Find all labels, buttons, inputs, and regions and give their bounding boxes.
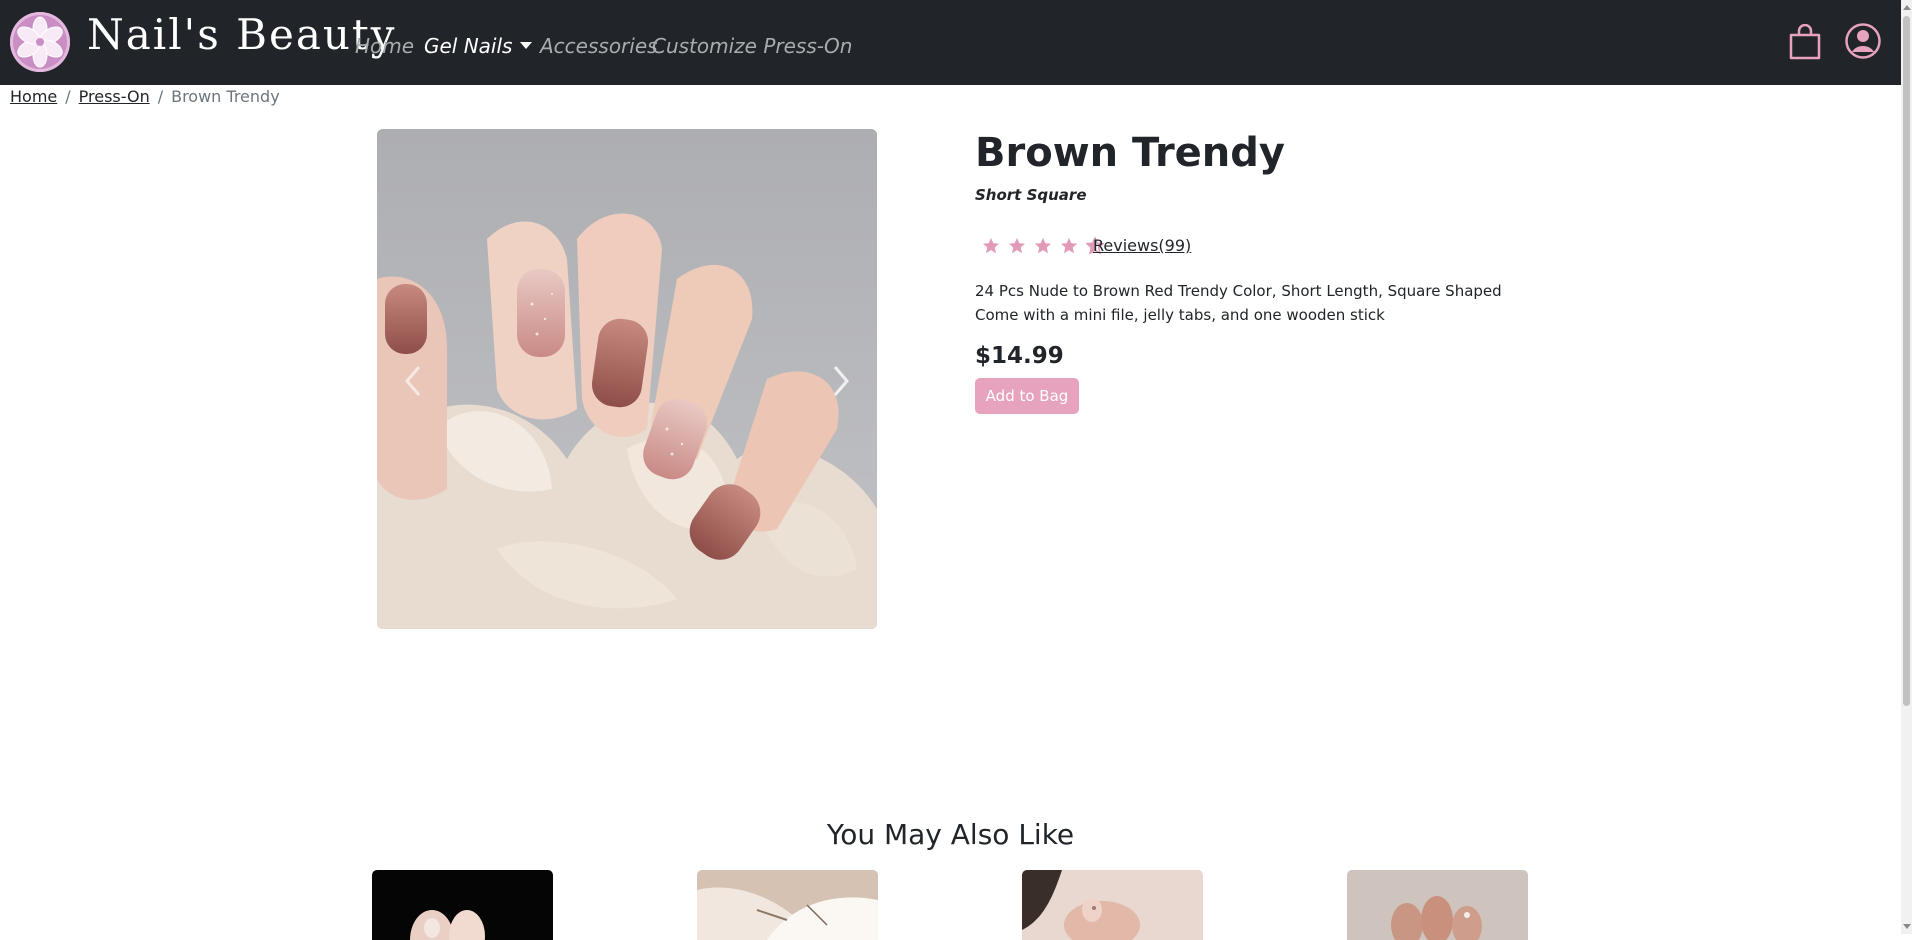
brand-name[interactable]: Nail's Beauty (87, 10, 397, 59)
product-image-carousel[interactable] (377, 129, 877, 629)
recommendation-image (372, 870, 553, 940)
breadcrumb-separator: / (157, 87, 164, 106)
star-filled-icon (1035, 237, 1052, 254)
product-title: Brown Trendy (975, 130, 1285, 176)
product-price: $14.99 (975, 343, 1064, 369)
scroll-up-arrow-icon[interactable] (1903, 5, 1911, 10)
nav-item-customize-press-on[interactable]: Customize Press-On (652, 34, 852, 58)
shopping-bag-icon[interactable] (1788, 24, 1822, 60)
star-filled-icon (1061, 237, 1078, 254)
page-scrollbar[interactable] (1901, 0, 1912, 934)
caret-down-icon (520, 42, 533, 49)
recommendation-image (1347, 870, 1528, 940)
nav-item-gel-nails-label: Gel Nails (424, 34, 513, 58)
description-line: Come with a mini file, jelly tabs, and o… (975, 306, 1385, 324)
scroll-down-arrow-icon[interactable] (1903, 924, 1911, 929)
carousel-prev-icon[interactable] (399, 361, 429, 401)
recommendation-card[interactable] (1022, 870, 1203, 940)
nav-item-home[interactable]: Home (355, 34, 414, 58)
star-filled-icon (1008, 237, 1026, 254)
product-photo (377, 129, 877, 629)
star-filled-icon (982, 237, 1000, 254)
flower-logo-icon[interactable] (10, 12, 70, 72)
breadcrumb-current: Brown Trendy (171, 87, 280, 106)
nav-item-gel-nails[interactable]: Gel Nails (424, 34, 533, 58)
add-to-bag-button[interactable]: Add to Bag (975, 378, 1079, 414)
recommendation-card[interactable] (372, 870, 553, 940)
user-account-icon[interactable] (1844, 22, 1882, 60)
recommendation-card[interactable] (1347, 870, 1528, 940)
recommendations-heading: You May Also Like (826, 818, 1075, 851)
recommendation-card[interactable] (697, 870, 878, 940)
reviews-link[interactable]: Reviews(99) (1093, 236, 1191, 255)
nav-item-accessories[interactable]: Accessories (540, 34, 658, 58)
top-navbar: Nail's Beauty Home Gel Nails Accessories… (0, 0, 1901, 85)
product-subtitle: Short Square (975, 186, 1087, 204)
recommendation-image (1022, 870, 1203, 940)
breadcrumb-press-on-link[interactable]: Press-On (79, 87, 150, 106)
product-description: 24 Pcs Nude to Brown Red Trendy Color, S… (975, 279, 1502, 327)
rating-stars (982, 237, 1107, 257)
recommendation-image (697, 870, 878, 940)
breadcrumb-home-link[interactable]: Home (10, 87, 57, 106)
scroll-thumb[interactable] (1903, 16, 1910, 706)
breadcrumb: Home / Press-On / Brown Trendy (10, 87, 280, 106)
breadcrumb-separator: / (65, 87, 71, 106)
carousel-next-icon[interactable] (825, 361, 855, 401)
description-line: 24 Pcs Nude to Brown Red Trendy Color, S… (975, 282, 1502, 300)
